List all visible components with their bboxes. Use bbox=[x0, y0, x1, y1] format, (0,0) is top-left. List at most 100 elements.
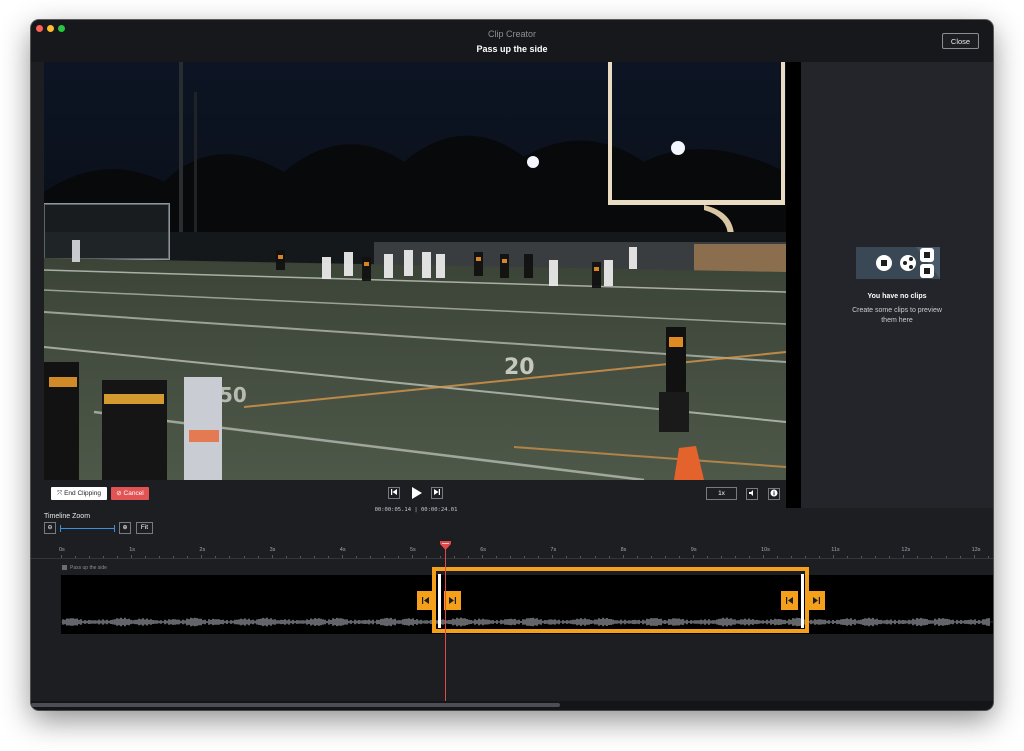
ruler-tick-label: 13s bbox=[971, 547, 981, 553]
video-area: 20 50 bbox=[31, 62, 801, 508]
ruler-tick bbox=[538, 556, 540, 558]
cancel-button[interactable]: ⊘ Cancel bbox=[111, 487, 149, 500]
info-icon bbox=[770, 489, 778, 497]
ruler-tick bbox=[257, 556, 259, 558]
zoom-in-button[interactable]: ⊕ bbox=[119, 522, 131, 534]
ruler-tick bbox=[285, 556, 287, 558]
play-icon bbox=[412, 487, 422, 499]
cancel-circle-icon: ⊘ bbox=[116, 490, 124, 497]
ruler-tick bbox=[819, 556, 821, 558]
clip-start-next-handle[interactable] bbox=[444, 591, 461, 610]
track-label: Pass up the side bbox=[62, 565, 107, 571]
ruler-tick bbox=[131, 555, 133, 558]
info-button[interactable] bbox=[768, 488, 780, 500]
ruler-tick bbox=[145, 556, 147, 558]
ruler-tick bbox=[426, 556, 428, 558]
skip-forward-button[interactable] bbox=[431, 487, 443, 499]
skip-forward-icon bbox=[449, 597, 456, 604]
ruler-tick bbox=[412, 555, 413, 558]
ruler-tick bbox=[650, 556, 652, 558]
ruler-tick-label: 11s bbox=[831, 547, 840, 553]
ruler-tick bbox=[608, 556, 610, 558]
ruler-tick-label: 10s bbox=[761, 547, 770, 553]
skip-forward-icon bbox=[434, 489, 440, 495]
playhead-marker[interactable] bbox=[440, 541, 451, 550]
ruler-tick bbox=[748, 556, 750, 558]
playhead-line[interactable] bbox=[445, 547, 446, 701]
ruler-tick bbox=[622, 555, 624, 558]
zoom-out-button[interactable]: ⊖ bbox=[44, 522, 56, 534]
ruler-tick bbox=[706, 556, 708, 558]
ruler-tick bbox=[973, 555, 975, 558]
clip-start-marker[interactable] bbox=[438, 574, 441, 628]
end-clipping-button[interactable]: ⤧ End Clipping bbox=[51, 487, 107, 500]
ruler-tick bbox=[847, 556, 849, 558]
ruler-tick bbox=[903, 555, 905, 558]
ruler-tick bbox=[734, 556, 736, 558]
ruler-tick bbox=[215, 556, 217, 558]
clip-start-prev-handle[interactable] bbox=[417, 591, 434, 610]
zoom-slider-max-handle[interactable] bbox=[114, 525, 115, 532]
ruler-tick bbox=[664, 556, 666, 558]
timeline-scrollbar-thumb[interactable] bbox=[31, 703, 560, 707]
skip-forward-icon bbox=[813, 597, 820, 604]
ruler-tick bbox=[580, 556, 582, 558]
ruler-tick bbox=[510, 556, 512, 558]
ruler-tick-label: 2s bbox=[199, 547, 206, 553]
ruler-tick bbox=[931, 556, 933, 558]
ruler-tick bbox=[201, 555, 203, 558]
ruler-tick bbox=[524, 556, 526, 558]
clip-end-prev-handle[interactable] bbox=[781, 591, 798, 610]
ruler-tick-label: 5s bbox=[410, 547, 416, 553]
timeline-ruler[interactable]: 0s 1s 2s 3s 4s 5s 6s 7s 8s 9s 10s 11s 12s 13s bbox=[31, 544, 993, 559]
ruler-tick bbox=[159, 556, 161, 558]
track-label-text: Pass up the side bbox=[70, 565, 107, 571]
clips-panel: You have no clips Create some clips to p… bbox=[801, 62, 993, 508]
clip-end-next-handle[interactable] bbox=[808, 591, 825, 610]
svg-text:50: 50 bbox=[219, 383, 247, 407]
app-name: Clip Creator bbox=[487, 29, 536, 39]
ruler-tick bbox=[763, 555, 764, 558]
ruler-tick bbox=[454, 556, 456, 558]
football-game-video-frame: 20 50 bbox=[44, 62, 786, 480]
ruler-tick bbox=[791, 556, 793, 558]
svg-text:20: 20 bbox=[504, 355, 535, 380]
ruler-tick bbox=[271, 555, 273, 558]
video-player[interactable]: 20 50 bbox=[44, 62, 786, 480]
zoom-slider-min-handle[interactable] bbox=[60, 525, 61, 532]
play-button[interactable] bbox=[409, 486, 423, 500]
ruler-tick bbox=[636, 556, 638, 558]
clip-title: Pass up the side bbox=[476, 44, 548, 54]
ruler-tick bbox=[861, 556, 863, 558]
clip-selection-box[interactable] bbox=[432, 567, 809, 633]
title-bar: Clip Creator Pass up the side Close bbox=[31, 20, 993, 63]
ruler-tick-label: 4s bbox=[339, 547, 346, 553]
no-clips-illustration bbox=[856, 247, 940, 279]
playback-speed-button[interactable]: 1x bbox=[706, 487, 737, 500]
ruler-tick bbox=[383, 556, 385, 558]
fit-button[interactable]: Fit bbox=[136, 522, 153, 534]
close-button[interactable]: Close bbox=[942, 33, 979, 49]
skip-back-icon bbox=[786, 597, 793, 604]
no-clips-description: Create some clips to preview them here bbox=[852, 307, 942, 324]
skip-back-button[interactable] bbox=[388, 487, 400, 499]
volume-button[interactable] bbox=[746, 488, 758, 500]
ruler-tick bbox=[987, 556, 989, 558]
ruler-tick-label: 12s bbox=[901, 547, 911, 553]
ruler-tick bbox=[440, 556, 442, 558]
ruler-tick bbox=[945, 556, 947, 558]
clip-creator-window: Clip Creator Pass up the side Close 20 5… bbox=[31, 20, 993, 710]
skip-back-icon bbox=[422, 597, 429, 604]
ruler-tick bbox=[355, 556, 357, 558]
ruler-tick bbox=[482, 555, 484, 558]
ruler-tick bbox=[692, 555, 694, 558]
track-color-swatch bbox=[62, 565, 67, 570]
ruler-tick-label: 9s bbox=[690, 547, 697, 553]
ruler-tick bbox=[229, 556, 231, 558]
ruler-tick bbox=[678, 556, 680, 558]
clip-end-marker[interactable] bbox=[801, 574, 804, 628]
ruler-tick bbox=[299, 556, 301, 558]
volume-icon bbox=[749, 490, 753, 496]
zoom-slider[interactable] bbox=[61, 528, 115, 529]
ruler-tick-label: 3s bbox=[269, 547, 276, 553]
